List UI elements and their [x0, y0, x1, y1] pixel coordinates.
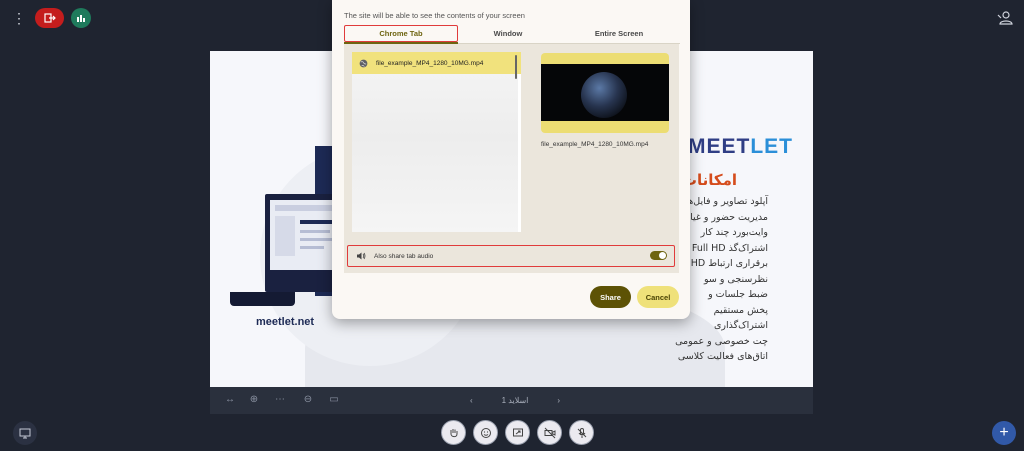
brand-url: meetlet.net [256, 316, 315, 328]
toggle-knob [659, 252, 666, 259]
feature-item: چت خصوصی و عمومی [675, 335, 768, 347]
image-icon[interactable]: ▭ [328, 394, 340, 406]
share-screen-button[interactable] [505, 420, 530, 445]
share-screen-icon [512, 428, 523, 436]
fit-width-icon[interactable]: ↔ [224, 394, 236, 406]
logo-dark-text: MEET [688, 135, 751, 158]
share-audio-toggle[interactable] [650, 251, 667, 260]
source-picker-panel: file_example_MP4_1280_10MG.mp4 file_exam… [344, 44, 679, 273]
share-button[interactable]: Share [590, 286, 631, 308]
user-icon[interactable] [996, 9, 1014, 27]
zoom-in-icon[interactable]: ⊕ [248, 394, 260, 406]
globe-icon [359, 59, 368, 67]
feature-item: اتاق‌های فعالیت کلاسی [677, 351, 768, 362]
microphone-button[interactable] [569, 420, 594, 445]
emoji-icon [480, 427, 491, 438]
presentation-button[interactable] [13, 421, 37, 445]
camera-icon [544, 427, 555, 438]
video-preview [541, 64, 669, 121]
earth-image [581, 72, 627, 118]
dialog-subtitle: The site will be able to see the content… [344, 11, 525, 20]
mic-icon [577, 427, 586, 438]
cancel-button[interactable]: Cancel [637, 286, 679, 308]
scrollbar[interactable] [515, 55, 517, 79]
share-audio-label: Also share tab audio [374, 252, 434, 260]
tab-list-item-title: file_example_MP4_1280_10MG.mp4 [376, 59, 484, 67]
stats-icon [77, 15, 85, 22]
hand-icon [450, 428, 457, 437]
tab-preview [541, 53, 669, 133]
more-vertical-icon[interactable]: ⋮ [12, 9, 26, 27]
zoom-out-icon[interactable]: ⊖ [302, 394, 314, 406]
feature-item: اشتراک‌گذاری [713, 320, 768, 331]
presentation-icon [19, 428, 31, 439]
chevron-left-icon[interactable]: ‹ [470, 396, 473, 405]
share-source-tabs: Chrome Tab Window Entire Screen [344, 25, 680, 44]
tab-entire-screen[interactable]: Entire Screen [558, 25, 680, 42]
tab-chrome-tab[interactable]: Chrome Tab [344, 25, 458, 42]
plus-icon[interactable]: + [992, 421, 1016, 445]
zoom-level-icon[interactable]: ⋯ [272, 394, 288, 406]
leave-icon [43, 13, 56, 23]
slide-number[interactable]: اسلاید 1 [502, 396, 529, 405]
logo-light-text: LET [750, 135, 794, 158]
speaker-icon [357, 252, 366, 260]
camera-button[interactable] [537, 420, 562, 445]
screen-share-dialog: The site will be able to see the content… [332, 0, 690, 319]
tab-list: file_example_MP4_1280_10MG.mp4 [352, 52, 521, 232]
monitor-base [230, 292, 295, 306]
slide-navigation: ‹ اسلاید 1 › [470, 393, 560, 408]
slide-toolbar: ↔ ⊕ ⋯ ⊖ ▭ ‹ اسلاید 1 › [210, 387, 813, 414]
preview-label: file_example_MP4_1280_10MG.mp4 [541, 141, 649, 148]
media-controls [441, 420, 594, 445]
raise-hand-button[interactable] [441, 420, 466, 445]
chevron-right-icon[interactable]: › [557, 396, 560, 405]
tab-window[interactable]: Window [458, 25, 558, 42]
tab-list-item[interactable]: file_example_MP4_1280_10MG.mp4 [352, 52, 521, 74]
stats-button[interactable] [71, 8, 91, 28]
brand-logo: MEETLET [688, 135, 793, 159]
leave-button[interactable] [35, 8, 64, 28]
reaction-button[interactable] [473, 420, 498, 445]
blurred-tab-list [352, 74, 518, 232]
share-audio-row[interactable]: Also share tab audio [347, 245, 675, 267]
